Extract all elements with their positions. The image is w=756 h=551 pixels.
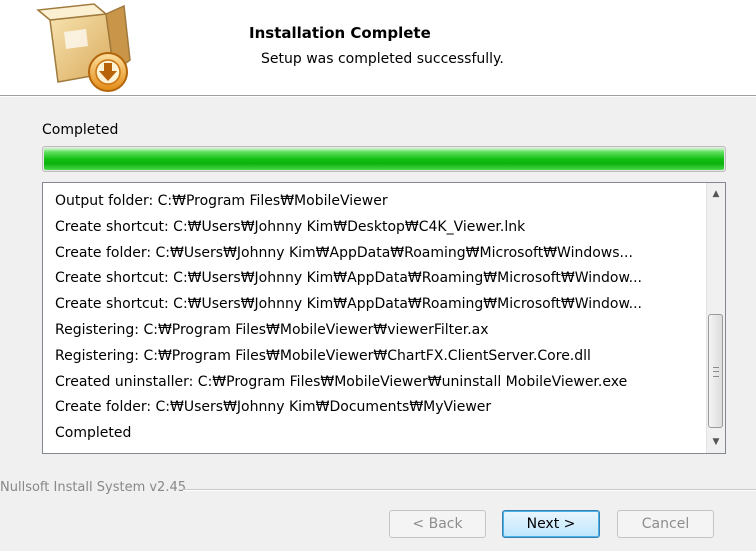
log-line: Create folder: C:₩Users₩Johnny Kim₩AppDa… [55,244,633,261]
next-button[interactable]: Next > [502,510,600,538]
cancel-button[interactable]: Cancel [617,510,714,538]
grip-icon [713,367,719,377]
log-line: Create shortcut: C:₩Users₩Johnny Kim₩Des… [55,218,526,235]
scroll-down-arrow-icon[interactable]: ▼ [707,433,725,451]
log-line: Output folder: C:₩Program Files₩MobileVi… [55,193,388,209]
installer-branding: Nullsoft Install System v2.45 [0,480,187,495]
progress-fill [44,148,724,170]
log-line: Registering: C:₩Program Files₩MobileView… [55,321,489,338]
scroll-up-arrow-icon[interactable]: ▲ [707,185,725,203]
back-button[interactable]: < Back [389,510,486,538]
installer-box-icon [36,3,131,92]
log-line: Create shortcut: C:₩Users₩Johnny Kim₩App… [55,270,642,287]
install-log[interactable]: Output folder: C:₩Program Files₩MobileVi… [42,182,726,454]
log-line: Completed [55,425,132,442]
progress-bar [42,146,726,172]
log-lines: Output folder: C:₩Program Files₩MobileVi… [55,189,695,447]
log-line: Registering: C:₩Program Files₩MobileView… [55,347,591,364]
status-label: Completed [42,122,119,138]
log-line: Create folder: C:₩Users₩Johnny Kim₩Docum… [55,399,492,416]
scroll-thumb[interactable] [708,314,723,428]
log-line: Created uninstaller: C:₩Program Files₩Mo… [55,373,628,390]
log-line: Create shortcut: C:₩Users₩Johnny Kim₩App… [55,296,642,313]
page-title: Installation Complete [249,24,431,42]
log-scrollbar[interactable]: ▲ ▼ [706,183,725,453]
header-banner: Installation Complete Setup was complete… [0,0,756,96]
footer-divider [183,489,756,491]
page-subtitle: Setup was completed successfully. [261,51,504,67]
